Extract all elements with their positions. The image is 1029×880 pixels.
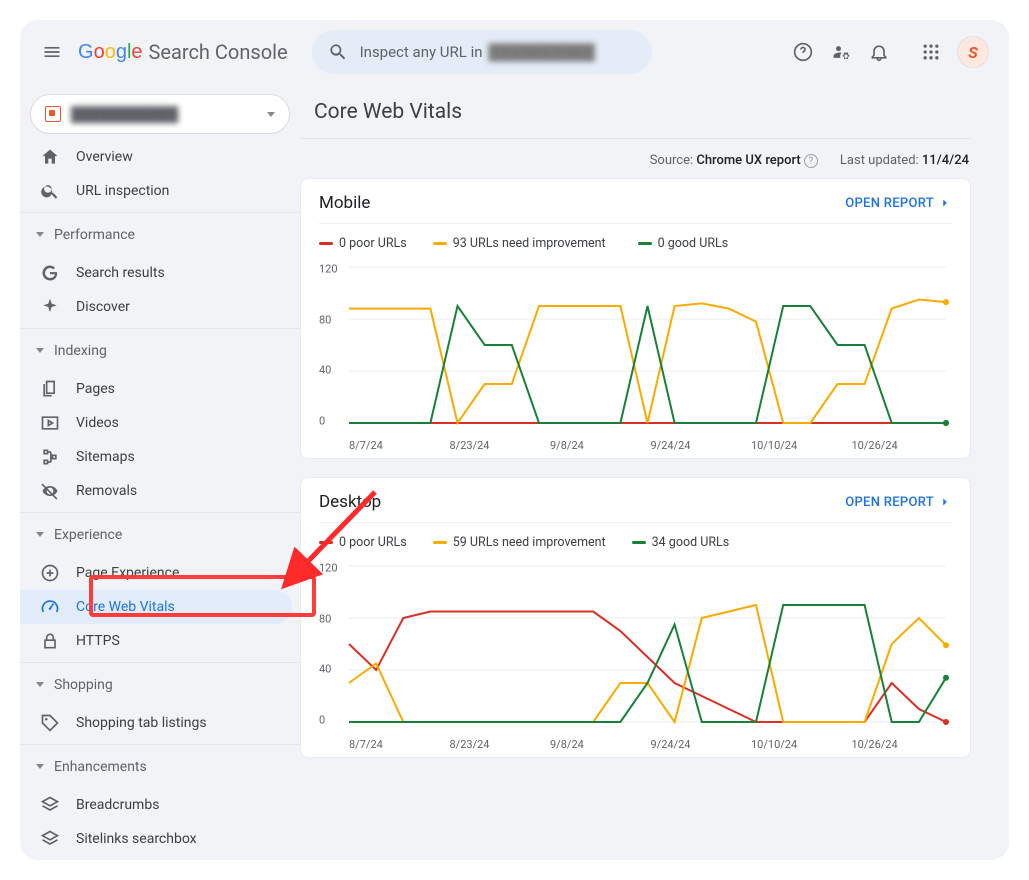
open-report-link[interactable]: OPEN REPORT — [845, 495, 952, 510]
sitemap-icon — [40, 447, 60, 467]
updated-label: Last updated: 11/4/24 — [840, 153, 969, 168]
sidebar: ███████████ Overview URL inspection Perf… — [20, 84, 300, 856]
sidebar-item-label: Core Web Vitals — [76, 599, 175, 615]
mobile-chart: 120 80 40 0 — [319, 255, 952, 435]
help-icon[interactable] — [791, 40, 815, 64]
plus-circle-icon — [40, 563, 60, 583]
sidebar-item-label: URL inspection — [76, 183, 169, 199]
sidebar-item-breadcrumbs[interactable]: Breadcrumbs — [20, 788, 292, 822]
sidebar-item-https[interactable]: HTTPS — [20, 624, 292, 658]
sidebar-item-label: Sitemaps — [76, 449, 135, 465]
sidebar-item-label: HTTPS — [76, 633, 120, 649]
card-mobile: Mobile OPEN REPORT 0 poor URLs 93 URLs n… — [300, 178, 971, 459]
sidebar-item-removals[interactable]: Removals — [20, 474, 292, 508]
property-selector[interactable]: ███████████ — [30, 94, 290, 134]
app-header: Google Search Console Inspect any URL in… — [20, 20, 1009, 84]
notifications-icon[interactable] — [867, 40, 891, 64]
sidebar-item-label: Shopping tab listings — [76, 715, 207, 731]
sidebar-item-sitemaps[interactable]: Sitemaps — [20, 440, 292, 474]
sidebar-item-label: Search results — [76, 265, 165, 281]
lock-icon — [40, 631, 60, 651]
sidebar-section-enhancements[interactable]: Enhancements — [20, 744, 300, 788]
apps-icon[interactable] — [919, 40, 943, 64]
sidebar-section-experience[interactable]: Experience — [20, 512, 300, 556]
sparkle-icon — [40, 297, 60, 317]
sidebar-item-search-results[interactable]: Search results — [20, 256, 292, 290]
search-placeholder: Inspect any URL in — [360, 43, 483, 61]
sidebar-section-indexing[interactable]: Indexing — [20, 328, 300, 372]
layers-icon — [40, 795, 60, 815]
sidebar-item-label: Removals — [76, 483, 137, 499]
sidebar-item-label: Sitelinks searchbox — [76, 831, 197, 847]
sidebar-item-label: Breadcrumbs — [76, 797, 159, 813]
sidebar-item-overview[interactable]: Overview — [20, 140, 292, 174]
card-title: Desktop — [319, 492, 381, 512]
card-title: Mobile — [319, 193, 370, 213]
search-icon — [40, 181, 60, 201]
eye-off-icon — [40, 481, 60, 501]
sidebar-item-sitelinks-searchbox[interactable]: Sitelinks searchbox — [20, 822, 292, 856]
pages-icon — [40, 379, 60, 399]
legend: 0 poor URLs 59 URLs need improvement 34 … — [319, 531, 952, 554]
source-label: Source: Chrome UX report ? — [650, 153, 818, 168]
x-axis-labels: 8/7/248/23/249/8/249/24/2410/10/2410/26/… — [319, 734, 952, 751]
sidebar-section-shopping[interactable]: Shopping — [20, 662, 300, 706]
sidebar-item-label: Videos — [76, 415, 119, 431]
chevron-down-icon — [267, 112, 275, 117]
sidebar-item-label: Pages — [76, 381, 115, 397]
app-title: Search Console — [149, 40, 288, 64]
sidebar-item-pages[interactable]: Pages — [20, 372, 292, 406]
sidebar-item-discover[interactable]: Discover — [20, 290, 292, 324]
legend: 0 poor URLs 93 URLs need improvement 0 g… — [319, 232, 952, 255]
home-icon — [40, 147, 60, 167]
main-content: Core Web Vitals Source: Chrome UX report… — [300, 84, 1009, 856]
sidebar-item-label: Discover — [76, 299, 130, 315]
speed-icon — [40, 597, 60, 617]
search-placeholder-site: ██████████ — [489, 43, 595, 61]
x-axis-labels: 8/7/248/23/249/8/249/24/2410/10/2410/26/… — [319, 435, 952, 452]
sidebar-item-label: Overview — [76, 149, 133, 165]
google-g-icon — [40, 263, 60, 283]
video-icon — [40, 413, 60, 433]
search-input[interactable]: Inspect any URL in ██████████ — [312, 30, 652, 74]
app-logo: Google Search Console — [78, 40, 288, 64]
open-report-link[interactable]: OPEN REPORT — [845, 196, 952, 211]
sidebar-item-core-web-vitals[interactable]: Core Web Vitals — [20, 590, 292, 624]
sidebar-item-videos[interactable]: Videos — [20, 406, 292, 440]
sidebar-item-page-experience[interactable]: Page Experience — [20, 556, 292, 590]
menu-icon[interactable] — [40, 40, 64, 64]
user-settings-icon[interactable] — [829, 40, 853, 64]
avatar[interactable]: S — [957, 36, 989, 68]
tag-icon — [40, 713, 60, 733]
sidebar-item-shopping-tab[interactable]: Shopping tab listings — [20, 706, 292, 740]
layers-icon — [40, 829, 60, 849]
card-desktop: Desktop OPEN REPORT 0 poor URLs 59 URLs … — [300, 477, 971, 758]
sidebar-item-url-inspection[interactable]: URL inspection — [20, 174, 292, 208]
page-title: Core Web Vitals — [300, 92, 971, 138]
sidebar-item-label: Page Experience — [76, 565, 179, 581]
sidebar-section-performance[interactable]: Performance — [20, 212, 300, 256]
desktop-chart: 120 80 40 0 — [319, 554, 952, 734]
